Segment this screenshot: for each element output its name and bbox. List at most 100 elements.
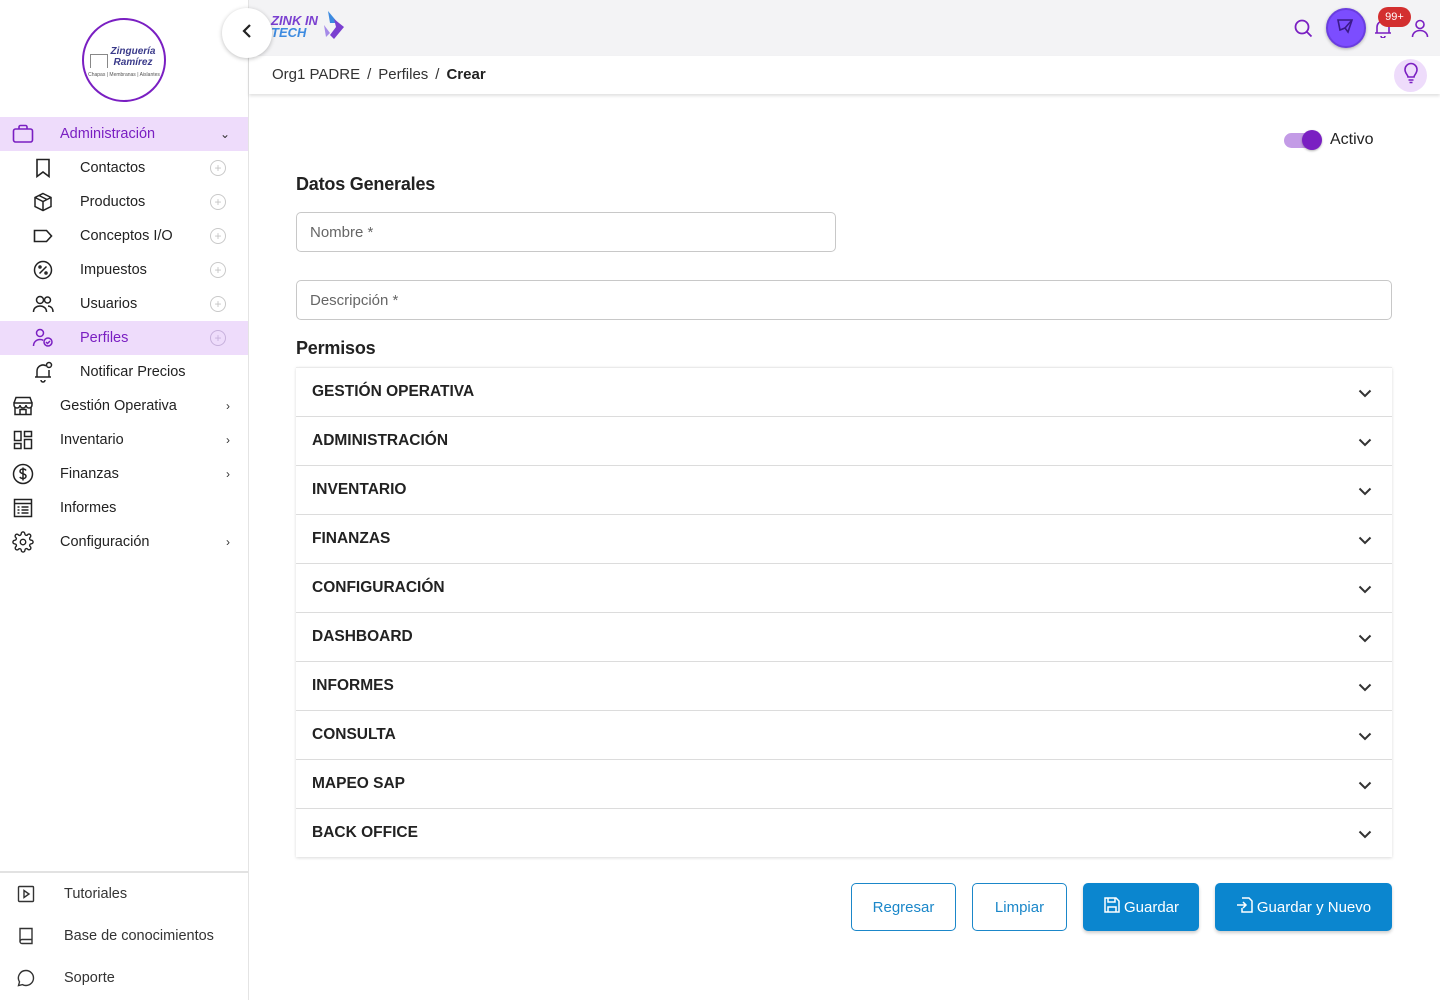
megaphone-icon — [1336, 17, 1356, 40]
save-icon — [1103, 896, 1121, 918]
sidebar-divider — [0, 871, 248, 873]
chevron-down-icon — [1358, 434, 1372, 452]
chevron-down-icon — [1358, 777, 1372, 795]
lightbulb-icon — [1403, 62, 1419, 89]
sidebar-item-finanzas[interactable]: Finanzas › — [0, 457, 248, 491]
permission-section-consulta[interactable]: CONSULTA — [296, 710, 1392, 759]
notification-badge: 99+ — [1378, 7, 1411, 27]
chevron-down-icon — [1358, 630, 1372, 648]
brand-logo[interactable]: ZINK IN TECH — [271, 9, 346, 45]
company-logo[interactable]: Zinguería Ramírez Chapas | Membranas | A… — [82, 18, 166, 102]
sidebar-item-administracion[interactable]: Administración ⌄ — [0, 117, 248, 151]
briefcase-icon — [12, 123, 34, 145]
store-icon — [12, 395, 34, 417]
sidebar-item-tutoriales[interactable]: Tutoriales — [0, 874, 248, 914]
active-toggle[interactable] — [1284, 130, 1322, 150]
chevron-down-icon — [1358, 532, 1372, 550]
sidebar-item-usuarios[interactable]: Usuarios + — [0, 287, 248, 321]
chevron-right-icon: › — [226, 535, 230, 549]
sidebar-item-conceptos[interactable]: Conceptos I/O + — [0, 219, 248, 253]
sidebar-item-inventario[interactable]: Inventario › — [0, 423, 248, 457]
sidebar-item-label: Inventario — [60, 432, 124, 448]
chevron-down-icon — [1358, 728, 1372, 746]
sidebar-item-base-conocimientos[interactable]: Base de conocimientos — [0, 916, 248, 956]
sidebar-item-informes[interactable]: Informes — [0, 491, 248, 525]
play-icon — [16, 884, 36, 904]
sidebar-item-impuestos[interactable]: Impuestos + — [0, 253, 248, 287]
sidebar-item-perfiles[interactable]: Perfiles + — [0, 321, 248, 355]
breadcrumb-org[interactable]: Org1 PADRE — [272, 66, 360, 83]
add-icon[interactable]: + — [210, 228, 226, 244]
permissions-accordion: GESTIÓN OPERATIVA ADMINISTRACIÓN INVENTA… — [296, 367, 1392, 857]
breadcrumb-bar: Org1 PADRE / Perfiles / Crear — [249, 56, 1440, 94]
breadcrumb-perfiles[interactable]: Perfiles — [378, 66, 428, 83]
announcements-avatar[interactable] — [1326, 8, 1366, 48]
permission-section-administracion[interactable]: ADMINISTRACIÓN — [296, 416, 1392, 465]
clear-button[interactable]: Limpiar — [972, 883, 1067, 931]
save-and-new-button[interactable]: Guardar y Nuevo — [1215, 883, 1392, 931]
sidebar-item-soporte[interactable]: Soporte — [0, 958, 248, 998]
sidebar-item-productos[interactable]: Productos + — [0, 185, 248, 219]
sidebar-item-label: Notificar Precios — [80, 364, 186, 380]
logo-line1: Zinguería — [110, 46, 156, 57]
collapse-sidebar-button[interactable] — [222, 8, 272, 58]
sidebar-item-gestion-operativa[interactable]: Gestión Operativa › — [0, 389, 248, 423]
permission-section-finanzas[interactable]: FINANZAS — [296, 514, 1392, 563]
add-icon[interactable]: + — [210, 160, 226, 176]
chevron-down-icon — [1358, 826, 1372, 844]
dollar-icon — [12, 463, 34, 485]
breadcrumb: Org1 PADRE / Perfiles / Crear — [272, 66, 486, 83]
brand-mark-icon — [320, 9, 346, 46]
sidebar-item-label: Conceptos I/O — [80, 228, 173, 244]
search-icon[interactable] — [1294, 19, 1313, 43]
chevron-down-icon — [1358, 483, 1372, 501]
sidebar-item-label: Productos — [80, 194, 146, 210]
chevron-down-icon — [1358, 581, 1372, 599]
back-button[interactable]: Regresar — [851, 883, 956, 931]
permission-section-back-office[interactable]: BACK OFFICE — [296, 808, 1392, 857]
sidebar-item-notificar-precios[interactable]: Notificar Precios — [0, 355, 248, 389]
bookmark-icon — [32, 157, 54, 179]
chevron-right-icon: › — [226, 467, 230, 481]
add-icon[interactable]: + — [210, 296, 226, 312]
report-icon — [12, 497, 34, 519]
description-input[interactable]: Descripción * — [296, 280, 1392, 320]
permission-section-configuracion[interactable]: CONFIGURACIÓN — [296, 563, 1392, 612]
active-toggle-label: Activo — [1330, 131, 1374, 148]
save-button[interactable]: Guardar — [1083, 883, 1199, 931]
save-new-icon — [1236, 896, 1254, 918]
permission-section-dashboard[interactable]: DASHBOARD — [296, 612, 1392, 661]
tag-icon — [32, 225, 54, 247]
sidebar-menu: Administración ⌄ Contactos + Productos +… — [0, 117, 248, 559]
sidebar-item-label: Configuración — [60, 534, 150, 550]
sidebar-item-configuracion[interactable]: Configuración › — [0, 525, 248, 559]
permission-section-mapeo-sap[interactable]: MAPEO SAP — [296, 759, 1392, 808]
permission-section-informes[interactable]: INFORMES — [296, 661, 1392, 710]
breadcrumb-current: Crear — [446, 66, 486, 83]
sidebar-item-label: Soporte — [64, 970, 115, 986]
permission-section-inventario[interactable]: INVENTARIO — [296, 465, 1392, 514]
building-icon — [90, 54, 108, 68]
users-icon — [32, 293, 54, 315]
tips-button[interactable] — [1394, 59, 1427, 92]
general-data-title: Datos Generales — [296, 174, 436, 194]
sidebar-item-label: Finanzas — [60, 466, 119, 482]
book-icon — [16, 926, 36, 946]
add-icon[interactable]: + — [210, 194, 226, 210]
chevron-right-icon: › — [226, 433, 230, 447]
name-input[interactable]: Nombre * — [296, 212, 836, 252]
sidebar-item-label: Informes — [60, 500, 117, 516]
sidebar-item-label: Base de conocimientos — [64, 928, 214, 944]
sidebar-item-label: Administración — [60, 126, 156, 142]
permissions-title: Permisos — [296, 338, 376, 358]
user-icon[interactable] — [1411, 19, 1429, 43]
sidebar-item-contactos[interactable]: Contactos + — [0, 151, 248, 185]
permission-section-gestion-operativa[interactable]: GESTIÓN OPERATIVA — [296, 367, 1392, 416]
user-check-icon — [32, 327, 54, 349]
chevron-right-icon: › — [226, 399, 230, 413]
package-icon — [32, 191, 54, 213]
add-icon[interactable]: + — [210, 330, 226, 346]
add-icon[interactable]: + — [210, 262, 226, 278]
sidebar-item-label: Impuestos — [80, 262, 147, 278]
logo-line2: Ramírez — [113, 57, 153, 68]
